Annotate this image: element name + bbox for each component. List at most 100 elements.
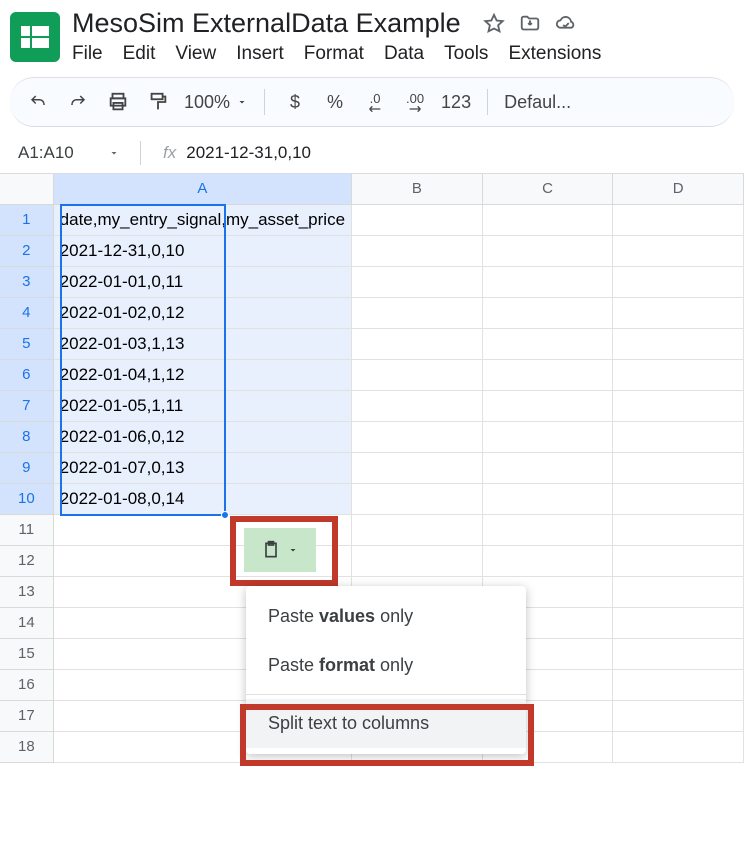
- cell[interactable]: 2022-01-05,1,11: [53, 390, 351, 421]
- paste-values-only[interactable]: Paste values only: [246, 592, 526, 641]
- row-header[interactable]: 10: [0, 483, 53, 514]
- cell[interactable]: [482, 514, 613, 545]
- star-icon[interactable]: [483, 13, 505, 35]
- cloud-status-icon[interactable]: [555, 13, 577, 35]
- font-dropdown[interactable]: Defaul...: [504, 92, 571, 113]
- select-all-corner[interactable]: [0, 174, 53, 204]
- cell[interactable]: [352, 297, 483, 328]
- menu-data[interactable]: Data: [384, 43, 424, 65]
- cell[interactable]: [352, 204, 483, 235]
- cell[interactable]: [352, 359, 483, 390]
- cell[interactable]: [613, 576, 744, 607]
- cell[interactable]: date,my_entry_signal,my_asset_price: [53, 204, 351, 235]
- menu-file[interactable]: File: [72, 43, 103, 65]
- cell[interactable]: [613, 235, 744, 266]
- menu-view[interactable]: View: [175, 43, 216, 65]
- cell[interactable]: [613, 266, 744, 297]
- cell[interactable]: 2022-01-01,0,11: [53, 266, 351, 297]
- menu-extensions[interactable]: Extensions: [508, 43, 601, 65]
- col-header-a[interactable]: A: [53, 174, 351, 204]
- currency-button[interactable]: $: [281, 88, 309, 116]
- row-header[interactable]: 17: [0, 700, 53, 731]
- cell[interactable]: 2022-01-08,0,14: [53, 483, 351, 514]
- cell[interactable]: [482, 421, 613, 452]
- move-folder-icon[interactable]: [519, 13, 541, 35]
- cell[interactable]: [352, 235, 483, 266]
- print-button[interactable]: [104, 88, 132, 116]
- cell[interactable]: [352, 390, 483, 421]
- cell[interactable]: [613, 204, 744, 235]
- document-title[interactable]: MesoSim ExternalData Example: [72, 8, 461, 39]
- col-header-c[interactable]: C: [482, 174, 613, 204]
- cell[interactable]: [613, 421, 744, 452]
- row-header[interactable]: 12: [0, 545, 53, 576]
- row-header[interactable]: 18: [0, 731, 53, 762]
- cell[interactable]: [482, 328, 613, 359]
- cell[interactable]: [352, 452, 483, 483]
- row-header[interactable]: 7: [0, 390, 53, 421]
- menu-tools[interactable]: Tools: [444, 43, 488, 65]
- cell[interactable]: [482, 266, 613, 297]
- cell[interactable]: [613, 483, 744, 514]
- row-header[interactable]: 8: [0, 421, 53, 452]
- row-header[interactable]: 1: [0, 204, 53, 235]
- cell[interactable]: 2022-01-03,1,13: [53, 328, 351, 359]
- undo-button[interactable]: [24, 88, 52, 116]
- cell[interactable]: [613, 297, 744, 328]
- cell[interactable]: [352, 514, 483, 545]
- cell[interactable]: [613, 638, 744, 669]
- cell[interactable]: [482, 297, 613, 328]
- cell[interactable]: [482, 452, 613, 483]
- cell[interactable]: [482, 359, 613, 390]
- menu-format[interactable]: Format: [304, 43, 364, 65]
- cell[interactable]: [613, 545, 744, 576]
- cell[interactable]: [352, 328, 483, 359]
- cell[interactable]: 2022-01-02,0,12: [53, 297, 351, 328]
- redo-button[interactable]: [64, 88, 92, 116]
- cell[interactable]: 2022-01-07,0,13: [53, 452, 351, 483]
- spreadsheet-grid[interactable]: A B C D 1date,my_entry_signal,my_asset_p…: [0, 174, 744, 763]
- percent-button[interactable]: %: [321, 88, 349, 116]
- cell[interactable]: [613, 452, 744, 483]
- cell[interactable]: [352, 266, 483, 297]
- cell[interactable]: [613, 607, 744, 638]
- row-header[interactable]: 15: [0, 638, 53, 669]
- row-header[interactable]: 4: [0, 297, 53, 328]
- cell[interactable]: [482, 483, 613, 514]
- cell[interactable]: [613, 731, 744, 762]
- cell[interactable]: 2021-12-31,0,10: [53, 235, 351, 266]
- row-header[interactable]: 11: [0, 514, 53, 545]
- cell[interactable]: [613, 669, 744, 700]
- formula-content[interactable]: 2021-12-31,0,10: [186, 143, 311, 163]
- cell[interactable]: [482, 545, 613, 576]
- cell[interactable]: [482, 204, 613, 235]
- increase-decimal-button[interactable]: .00: [401, 88, 429, 116]
- sheets-logo[interactable]: [10, 12, 60, 62]
- paint-format-button[interactable]: [144, 88, 172, 116]
- zoom-dropdown[interactable]: 100%: [184, 92, 248, 113]
- row-header[interactable]: 6: [0, 359, 53, 390]
- cell[interactable]: [613, 359, 744, 390]
- row-header[interactable]: 3: [0, 266, 53, 297]
- row-header[interactable]: 5: [0, 328, 53, 359]
- paste-format-only[interactable]: Paste format only: [246, 641, 526, 690]
- cell[interactable]: [482, 390, 613, 421]
- row-header[interactable]: 14: [0, 607, 53, 638]
- number-format-button[interactable]: 123: [441, 92, 471, 113]
- col-header-d[interactable]: D: [613, 174, 744, 204]
- menu-edit[interactable]: Edit: [123, 43, 156, 65]
- cell[interactable]: [613, 700, 744, 731]
- name-box[interactable]: A1:A10: [14, 141, 124, 165]
- row-header[interactable]: 13: [0, 576, 53, 607]
- cell[interactable]: 2022-01-06,0,12: [53, 421, 351, 452]
- row-header[interactable]: 16: [0, 669, 53, 700]
- cell[interactable]: [352, 545, 483, 576]
- decrease-decimal-button[interactable]: .0: [361, 88, 389, 116]
- menu-insert[interactable]: Insert: [236, 43, 284, 65]
- col-header-b[interactable]: B: [352, 174, 483, 204]
- cell[interactable]: [613, 328, 744, 359]
- cell[interactable]: [352, 421, 483, 452]
- cell[interactable]: [613, 390, 744, 421]
- cell[interactable]: 2022-01-04,1,12: [53, 359, 351, 390]
- cell[interactable]: [613, 514, 744, 545]
